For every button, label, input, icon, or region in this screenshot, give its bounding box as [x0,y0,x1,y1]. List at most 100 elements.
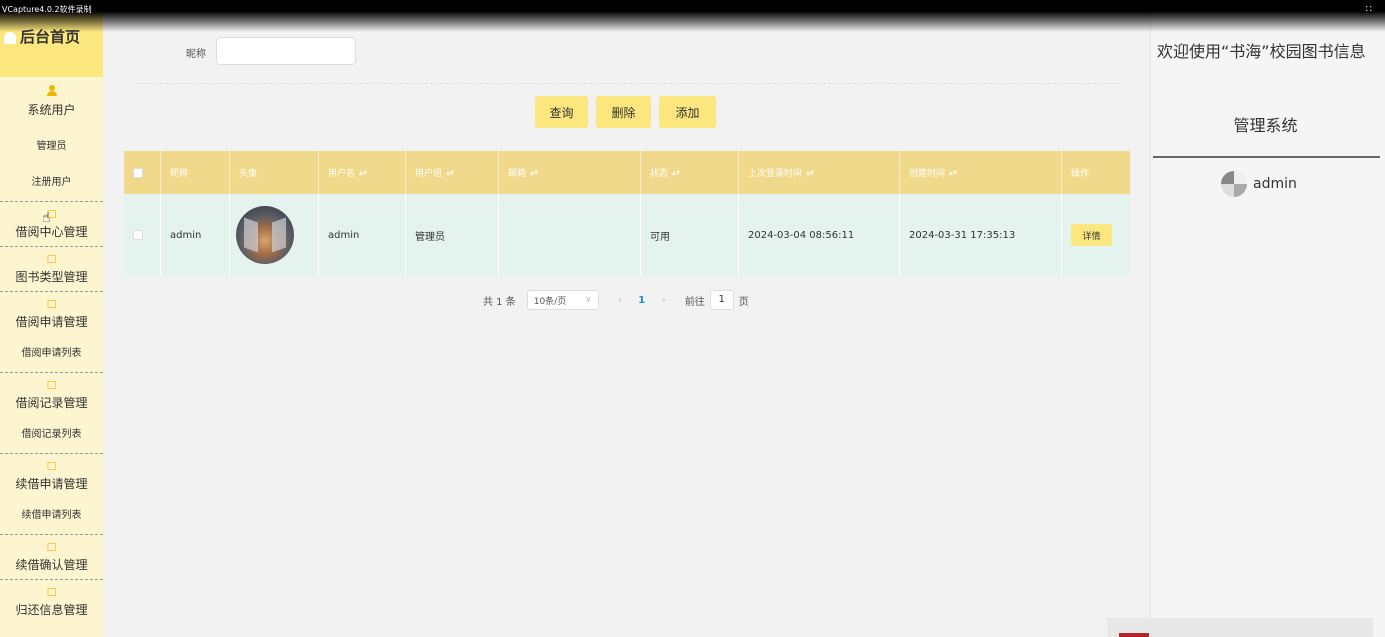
sidebar: 后台首页 系统用户 管理员 注册用户 ☐ 借阅中心管理 ☐ 图书类型管理 ☐ 借… [0,0,103,637]
page-size-select[interactable]: 10条/页 ∨ [526,290,599,310]
cell-created: 2024-03-31 17:35:13 [900,194,1062,276]
divider [1153,156,1380,158]
cell-status: 可用 [641,194,739,276]
edit-icon: ☐ [46,586,57,599]
column-header-email[interactable]: 邮箱 ▴▾ [499,151,641,194]
current-user-name: admin [1253,176,1297,192]
sidebar-group-label: 系统用户 [27,103,76,117]
column-header-label: 状态 [650,169,669,179]
column-header-avatar: 头像 [230,151,319,194]
right-panel: 欢迎使用“书海”校园图书信息 管理系统 admin [1107,0,1385,637]
mouse-cursor-icon: ☝ [42,210,51,226]
pagination-total: 共 1 条 [483,296,516,308]
sidebar-group-borrow-center[interactable]: ☐ 借阅中心管理 [0,202,103,247]
users-table: 昵称 头像 用户名 ▴▾ 用户组 ▴▾ 邮箱 ▴▾ 状态 ▴▾ 上次登录时间 ▴▾ 创建时… [124,151,1130,276]
column-header-label: 创建时间 [909,169,946,179]
main-content: 昵称 查询 删除 添加 昵称 头像 用户名 ▴▾ 用户组 ▴▾ 邮箱 ▴▾ 状态 ▴▾ … [103,0,1150,637]
fullscreen-icon[interactable]: ∷ [1366,4,1372,15]
top-bar: VCapture4.0.2软件录制 ∷ [0,0,1385,32]
pagination: 共 1 条 10条/页 ∨ ‹ 1 › 前往 1 页 [483,290,749,310]
sort-icon[interactable]: ▴▾ [446,168,454,177]
sidebar-item-registered-users[interactable]: 注册用户 [0,165,103,202]
sidebar-group-renew-confirm[interactable]: ☐ 续借确认管理 [0,535,103,580]
column-header-nickname: 昵称 [161,151,230,194]
sidebar-group-label: 借阅申请管理 [15,315,88,329]
edit-icon: ☐ [46,541,57,554]
nickname-search-input[interactable] [216,37,356,65]
current-page-number[interactable]: 1 [631,295,653,306]
table-row[interactable]: admin admin 管理员 可用 2024-03-04 08:56:11 2… [124,194,1130,276]
sort-icon[interactable]: ▴▾ [949,168,957,177]
sidebar-group-label: 续借申请管理 [15,477,88,491]
edit-icon: ☐ [46,460,57,473]
column-header-group[interactable]: 用户组 ▴▾ [406,151,499,194]
sort-icon[interactable]: ▴▾ [359,168,367,177]
logo-mark [1119,633,1149,637]
cell-group: 管理员 [406,194,499,276]
edit-icon: ☐ [46,253,57,266]
sidebar-item-renew-apply-list[interactable]: 续借申请列表 [0,498,103,535]
delete-button[interactable]: 删除 [596,96,651,128]
column-header-created[interactable]: 创建时间 ▴▾ [900,151,1062,194]
edit-icon: ☐ [46,298,57,311]
row-select-cell [124,194,161,276]
column-header-label: 操作 [1071,169,1090,179]
column-header-actions: 操作 [1062,151,1120,194]
column-header-last-login[interactable]: 上次登录时间 ▴▾ [739,151,900,194]
home-icon [4,32,16,44]
query-button[interactable]: 查询 [535,96,588,128]
column-header-label: 头像 [239,169,258,179]
row-checkbox[interactable] [133,230,143,240]
cell-avatar [230,194,319,276]
page-size-value: 10条/页 [533,296,567,307]
sort-icon[interactable]: ▴▾ [806,168,814,177]
user-icon [0,77,103,99]
column-header-username[interactable]: 用户名 ▴▾ [319,151,406,194]
cell-username: admin [319,194,406,276]
recording-watermark: VCapture4.0.2软件录制 [2,5,92,14]
loading-spinner-icon [1221,171,1247,197]
sidebar-group-borrow-apply[interactable]: ☐ 借阅申请管理 [0,292,103,336]
goto-label: 前往 [684,296,705,308]
table-header: 昵称 头像 用户名 ▴▾ 用户组 ▴▾ 邮箱 ▴▾ 状态 ▴▾ 上次登录时间 ▴▾ 创建时… [124,151,1130,194]
page-unit-label: 页 [738,296,749,308]
add-button[interactable]: 添加 [659,96,716,128]
sort-icon[interactable]: ▴▾ [672,168,680,177]
column-header-label: 用户组 [415,169,443,179]
sidebar-item-admins[interactable]: 管理员 [0,129,103,165]
edit-icon: ☐ [46,379,57,392]
sidebar-group-label: 借阅中心管理 [15,225,88,239]
cell-last-login: 2024-03-04 08:56:11 [739,194,900,276]
next-page-icon[interactable]: › [653,295,675,306]
sidebar-group-renew-apply[interactable]: ☐ 续借申请管理 [0,454,103,498]
sidebar-group-label: 图书类型管理 [15,270,88,284]
avatar[interactable] [236,206,294,264]
welcome-title: 欢迎使用“书海”校园图书信息 [1157,42,1366,61]
sidebar-item-borrow-apply-list[interactable]: 借阅申请列表 [0,336,103,373]
bottom-widget [1107,618,1373,637]
sidebar-group-system-users[interactable]: 系统用户 [0,77,103,129]
column-header-label: 昵称 [170,169,189,179]
sidebar-group-label: 归还信息管理 [15,603,88,617]
select-all-checkbox[interactable] [133,167,143,178]
cell-nickname: admin [161,194,230,276]
column-header-label: 上次登录时间 [748,169,803,179]
sidebar-group-return-info[interactable]: ☐ 归还信息管理 [0,580,103,624]
system-name: 管理系统 [1233,116,1298,135]
sidebar-item-borrow-records-list[interactable]: 借阅记录列表 [0,417,103,454]
prev-page-icon[interactable]: ‹ [609,295,631,306]
detail-button[interactable]: 详情 [1071,224,1112,246]
column-header-status[interactable]: 状态 ▴▾ [641,151,739,194]
sidebar-group-label: 借阅记录管理 [15,396,88,410]
goto-page-input[interactable]: 1 [709,290,734,310]
cell-actions: 详情 [1062,194,1120,276]
select-all-cell [124,151,161,194]
sidebar-group-book-types[interactable]: ☐ 图书类型管理 [0,247,103,292]
sort-icon[interactable]: ▴▾ [530,168,538,177]
divider [135,83,1121,84]
sidebar-group-borrow-records[interactable]: ☐ 借阅记录管理 [0,373,103,417]
chevron-down-icon: ∨ [585,295,592,305]
current-user[interactable]: admin [1221,171,1297,197]
edit-icon: ☐ [46,208,57,221]
column-header-label: 用户名 [328,169,356,179]
